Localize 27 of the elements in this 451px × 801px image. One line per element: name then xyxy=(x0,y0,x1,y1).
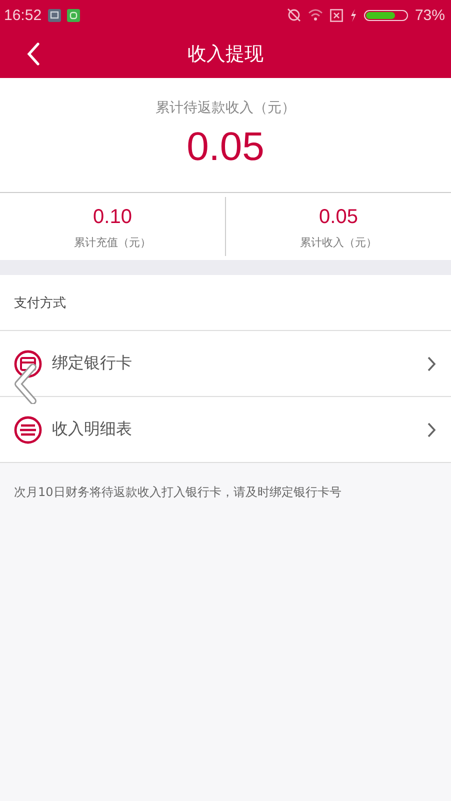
note-text: 次月10日财务将待返款收入打入银行卡，请及时绑定银行卡号 xyxy=(13,484,342,501)
back-icon xyxy=(26,42,40,66)
notification-icon xyxy=(48,8,61,22)
android-icon xyxy=(66,8,80,22)
stat-label: 累计收入（元） xyxy=(300,235,377,250)
stat-amount: 0.10 xyxy=(93,206,132,229)
clock: 16:52 xyxy=(4,6,42,24)
section-title: 支付方式 xyxy=(14,294,66,312)
charging-icon xyxy=(350,8,357,22)
menu-item[interactable]: 收入明细表 xyxy=(0,397,451,463)
battery-icon xyxy=(364,10,408,20)
stat-amount: 0.05 xyxy=(319,206,358,229)
summary-amount: 0.05 xyxy=(186,125,264,170)
summary-label: 累计待返款收入（元） xyxy=(156,99,296,117)
sim-icon xyxy=(330,8,343,22)
stat-label: 累计充值（元） xyxy=(74,235,151,250)
chevron-icon xyxy=(427,422,436,438)
menu-item[interactable]: 绑定银行卡 xyxy=(0,331,451,397)
battery-percent: 73% xyxy=(414,6,445,24)
chevron-icon xyxy=(427,356,436,372)
page-title: 收入提现 xyxy=(188,42,264,67)
card-icon xyxy=(14,350,42,378)
back-button[interactable] xyxy=(26,42,40,66)
wifi-icon xyxy=(308,9,323,21)
back-gesture-icon xyxy=(13,364,37,404)
list-icon xyxy=(14,416,42,444)
alarm-off-icon xyxy=(286,8,301,22)
